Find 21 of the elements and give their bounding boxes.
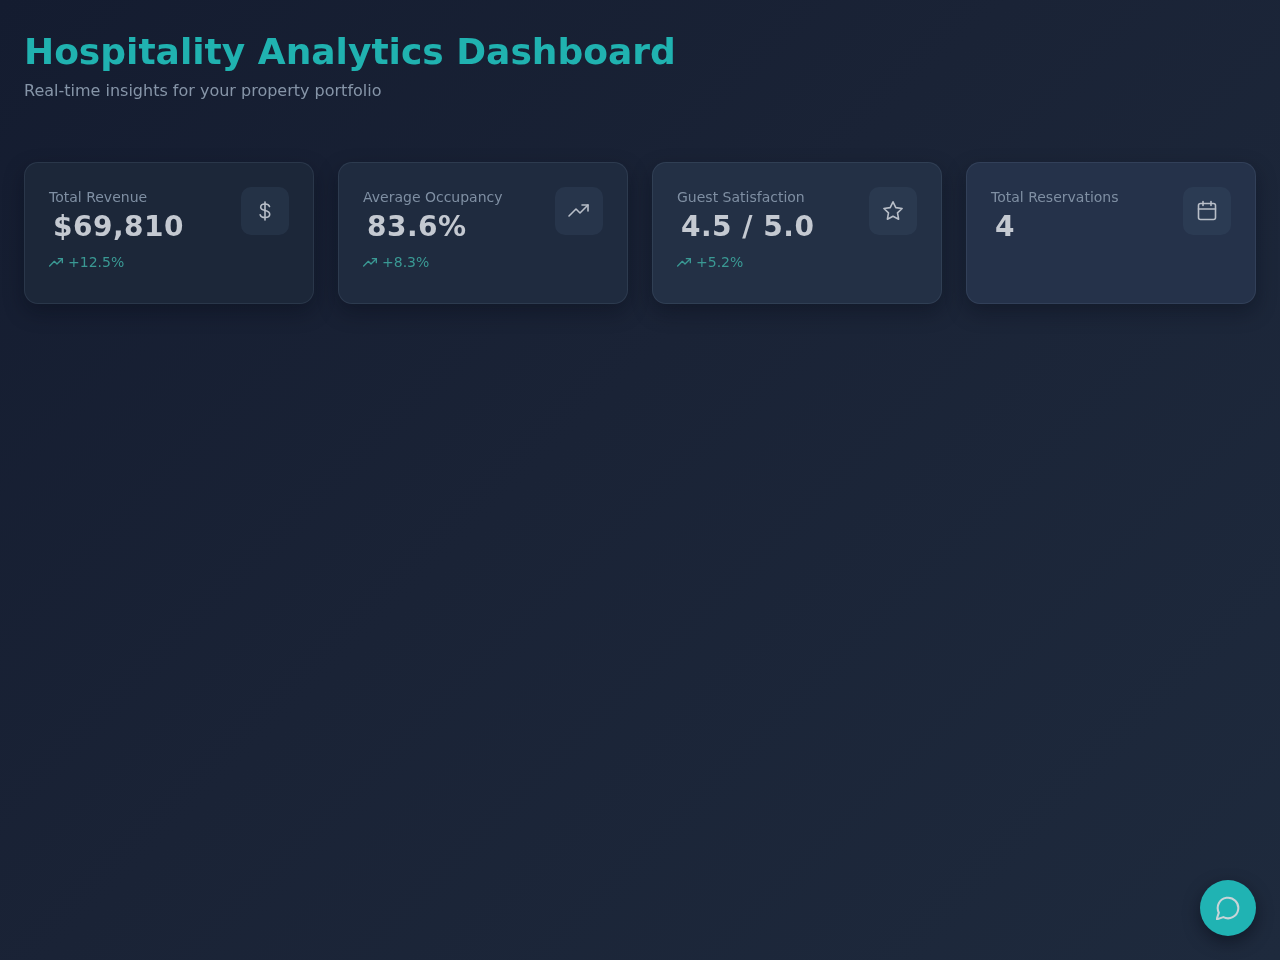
stat-value: $69,810: [53, 210, 185, 244]
trending-up-icon: [49, 255, 63, 269]
dashboard-subtitle: Real-time insights for your property portfolio: [24, 81, 383, 101]
stat-label: Total Reservations: [991, 188, 1119, 207]
stat-change: +8.3%: [382, 253, 430, 271]
stat-change: +5.2%: [696, 253, 744, 271]
trending-up-icon: [363, 255, 377, 269]
stat-value: 83.6%: [367, 210, 468, 244]
chat-bubble-icon: [1216, 896, 1240, 920]
stat-change: +12.5%: [68, 253, 125, 271]
trending-up-icon: [677, 255, 691, 269]
dollar-icon: [241, 187, 289, 235]
stat-label: Total Revenue: [49, 188, 149, 207]
chat-button[interactable]: [1200, 880, 1256, 936]
stat-value: 4: [995, 210, 1016, 244]
dashboard-title: Hospitality Analytics Dashboard: [24, 30, 677, 74]
stat-label: Guest Satisfaction: [677, 188, 806, 207]
calendar-icon: [1183, 187, 1231, 235]
trending-up-icon: [555, 187, 603, 235]
stat-label: Average Occupancy: [363, 188, 503, 207]
stat-value: 4.5 / 5.0: [681, 210, 815, 244]
